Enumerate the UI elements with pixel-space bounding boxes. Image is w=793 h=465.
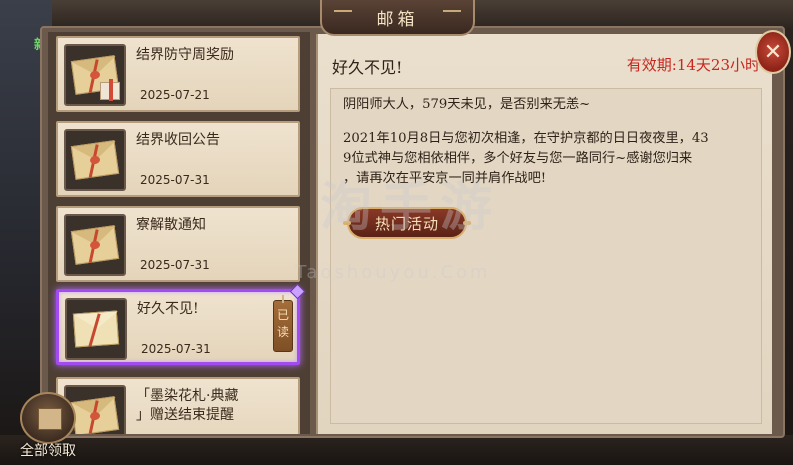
claim-all-button[interactable]: 全部领取	[14, 392, 82, 462]
envelope-icon	[64, 129, 126, 191]
mail-item-4-selected[interactable]: 好久不见! 2025-07-31 已读	[56, 283, 306, 365]
mail-detail-title: 好久不见!	[332, 58, 403, 77]
mail-date: 2025-07-31	[140, 173, 210, 187]
mail-title: 结界收回公告	[136, 132, 220, 148]
envelope-open-icon	[65, 298, 127, 360]
gift-box-icon	[20, 392, 76, 444]
mail-date: 2025-07-31	[140, 258, 210, 272]
expire-value: 14天23小时	[676, 56, 760, 74]
watermark-logo: 淘手游	[319, 178, 500, 238]
message-body: 阴阳师大人，579天未见，是否别来无恙~ 2021年10月8日与您初次相逢，在守…	[330, 88, 762, 424]
window-title-plate: 邮箱	[320, 0, 475, 36]
mail-item-5[interactable]: 「墨染花札·典藏 」赠送结束提醒 2025-07-31	[56, 377, 300, 434]
claim-all-label: 全部领取	[20, 443, 76, 459]
close-button[interactable]: ✕	[755, 30, 791, 74]
envelope-icon	[64, 214, 126, 276]
mail-title-line-1: 「墨染花札·典藏	[136, 388, 239, 404]
selection-gem-icon	[289, 283, 306, 300]
envelope-gift-icon	[64, 44, 126, 106]
mail-title: 「墨染花札·典藏 」赠送结束提醒	[136, 387, 286, 425]
close-icon: ✕	[763, 39, 783, 65]
mail-date: 2025-07-31	[141, 342, 211, 356]
bottom-bar	[0, 435, 793, 465]
mail-date: 2025-07-21	[140, 88, 210, 102]
watermark-url: Taoshouyou.Com	[295, 262, 491, 283]
expire-label: 有效期:	[626, 56, 677, 74]
expire-info: 有效期:14天23小时	[627, 54, 760, 75]
read-tag: 已读	[273, 295, 293, 352]
message-greeting: 阴阳师大人，579天未见，是否别来无恙~	[343, 97, 591, 112]
mail-title: 结界防守周奖励	[136, 47, 234, 63]
mail-title: 好久不见!	[137, 301, 199, 317]
mail-title-line-2: 」赠送结束提醒	[136, 407, 234, 423]
window-title: 邮箱	[376, 9, 419, 30]
mail-item-1[interactable]: 结界防守周奖励 2025-07-21	[56, 36, 300, 112]
message-line-1: 2021年10月8日与您初次相逢，在守护京都的日日夜夜里，43	[343, 131, 709, 146]
